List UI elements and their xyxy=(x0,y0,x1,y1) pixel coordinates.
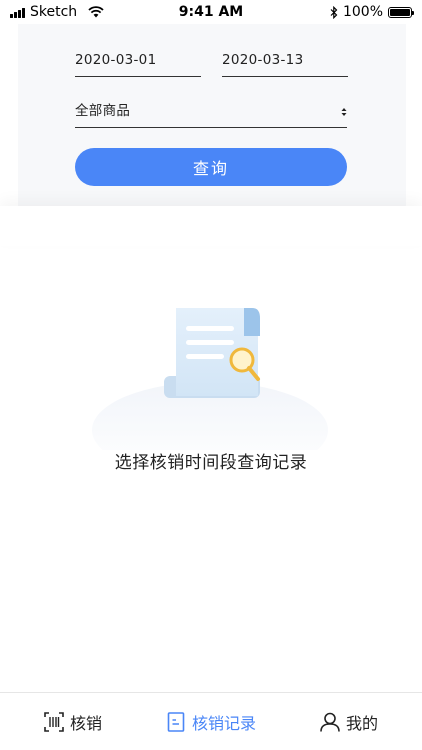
filter-panel: 2020-03-01 2020-03-13 全部商品 查询 xyxy=(18,24,406,206)
start-date-field[interactable]: 2020-03-01 xyxy=(75,46,201,77)
tab-verify[interactable]: 核销 xyxy=(44,693,102,750)
product-select[interactable]: 全部商品 xyxy=(75,97,347,128)
user-icon xyxy=(320,712,340,732)
sort-arrows-icon xyxy=(341,108,347,116)
tab-verify-records[interactable]: 核销记录 xyxy=(166,693,256,750)
empty-state-message: 选择核销时间段查询记录 xyxy=(114,453,308,473)
divider-shadow xyxy=(0,206,422,246)
tab-mine-label: 我的 xyxy=(346,713,379,733)
tab-verify-label: 核销 xyxy=(70,713,103,733)
bottom-tab-bar: 核销 核销记录 我的 xyxy=(0,692,422,750)
empty-document-illustration xyxy=(92,308,328,450)
tab-verify-records-label: 核销记录 xyxy=(192,713,257,733)
battery-icon xyxy=(388,6,414,18)
bluetooth-icon xyxy=(330,5,338,19)
start-date-value: 2020-03-01 xyxy=(75,52,157,68)
document-icon xyxy=(167,711,185,732)
end-date-field[interactable]: 2020-03-13 xyxy=(222,46,348,77)
end-date-value: 2020-03-13 xyxy=(222,52,304,68)
status-right: 100% xyxy=(330,4,414,20)
tab-mine[interactable]: 我的 xyxy=(320,693,378,750)
status-bar: Sketch 9:41 AM 100% xyxy=(0,0,422,24)
battery-percent: 100% xyxy=(342,4,383,20)
scan-icon xyxy=(44,711,64,732)
query-button[interactable]: 查询 xyxy=(75,148,347,186)
product-select-value: 全部商品 xyxy=(75,103,131,119)
